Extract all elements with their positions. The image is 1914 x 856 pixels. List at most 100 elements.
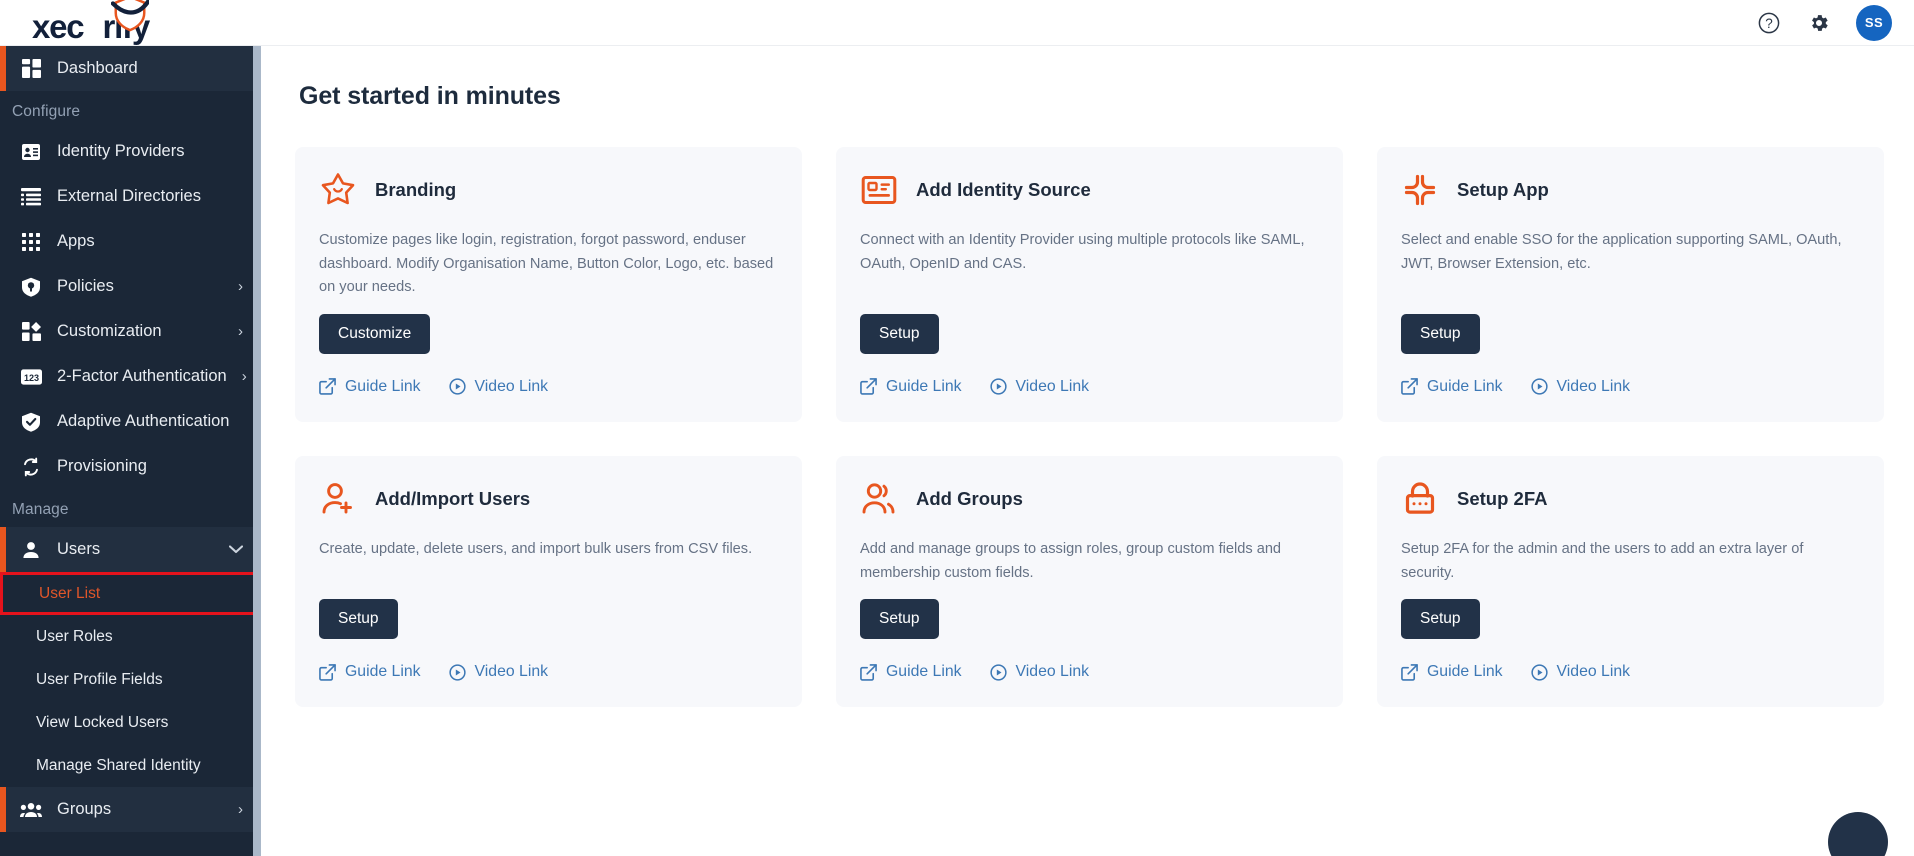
sidebar-item-user-profile-fields[interactable]: User Profile Fields [0,658,261,701]
sidebar-item-label: Adaptive Authentication [57,412,230,430]
guide-link[interactable]: Guide Link [860,663,962,681]
id-badge-icon [20,141,42,163]
sidebar-item-apps[interactable]: Apps [0,219,261,264]
sidebar-item-label: Users [57,540,101,558]
guide-link-label: Guide Link [1427,377,1503,395]
setup-button[interactable]: Setup [860,313,939,354]
sidebar-item-dashboard[interactable]: Dashboard [0,46,261,91]
setup-button[interactable]: Setup [319,599,398,640]
app-logo[interactable]: xecurify [32,0,150,46]
sidebar-item-label: Policies [57,277,114,295]
apps-grid-icon [20,231,42,253]
card-header: Branding [319,171,778,209]
chevron-right-icon: › [238,278,243,295]
card-setup-app: Setup App Select and enable SSO for the … [1377,147,1884,422]
customize-button[interactable]: Customize [319,313,431,354]
body-row: Dashboard Configure Identity Providers E… [0,46,1914,856]
card-spacer [860,290,1319,314]
video-link-label: Video Link [1015,377,1090,395]
dashboard-grid-icon [20,58,42,80]
help-circle-icon[interactable]: ? [1756,10,1782,36]
chevron-right-icon: › [238,323,243,340]
setup-button[interactable]: Setup [860,599,939,640]
guide-link[interactable]: Guide Link [319,378,421,396]
shield-check-icon [111,0,149,31]
sidebar-item-view-locked-users[interactable]: View Locked Users [0,701,261,744]
card-add-import-users: Add/Import Users Create, update, delete … [295,455,802,708]
guide-link[interactable]: Guide Link [1401,663,1503,681]
card-description: Select and enable SSO for the applicatio… [1401,232,1842,272]
svg-text:?: ? [1765,16,1773,31]
sidebar-item-label: External Directories [57,187,201,205]
card-header: Add Identity Source [860,171,1319,209]
sidebar-item-customization[interactable]: Customization › [0,309,261,354]
user-plus-icon [319,480,357,518]
customization-icon [20,321,42,343]
external-link-icon [1401,663,1418,681]
card-title: Branding [375,179,457,200]
app-root: xecurify ? SS [0,0,1914,856]
setup-button[interactable]: Setup [1401,599,1480,640]
sidebar-section-manage: Manage [12,501,69,518]
id-card-icon [860,171,898,209]
play-circle-icon [989,664,1007,681]
card-spacer [1401,290,1860,314]
chat-bubble-icon[interactable] [1828,812,1888,856]
sidebar-item-provisioning[interactable]: Provisioning [0,444,261,489]
guide-link[interactable]: Guide Link [319,663,421,681]
video-link[interactable]: Video Link [1530,378,1630,396]
sidebar-subitem-label: Manage Shared Identity [36,756,201,774]
video-link[interactable]: Video Link [448,663,548,681]
video-link-label: Video Link [474,377,549,395]
guide-link-label: Guide Link [886,377,962,395]
top-bar: xecurify ? SS [0,0,1914,46]
guide-link[interactable]: Guide Link [1401,378,1503,396]
sidebar-item-groups[interactable]: Groups › [0,787,261,832]
video-link[interactable]: Video Link [989,377,1090,396]
sidebar-item-manage-shared-identity[interactable]: Manage Shared Identity [0,744,261,787]
sidebar-item-user-list[interactable]: User List [0,572,261,615]
sidebar-item-2-factor-authentication[interactable]: 123 2-Factor Authentication › [0,354,261,399]
numeric-123-icon: 123 [20,366,42,388]
card-description: Connect with an Identity Provider using … [860,232,1305,272]
four-petals-icon [1401,171,1439,209]
setup-button[interactable]: Setup [1401,313,1480,354]
video-link-label: Video Link [1556,663,1631,681]
guide-link-label: Guide Link [1427,663,1503,681]
sidebar-scrollbar[interactable] [253,46,261,856]
lock-icon [1401,480,1439,518]
card-links: Guide Link Video Link [319,663,778,681]
guide-link[interactable]: Guide Link [860,378,962,396]
logo-text-before: xec [32,7,85,45]
sidebar-scroll-area: Dashboard Configure Identity Providers E… [0,46,261,856]
card-setup-2fa: Setup 2FA Setup 2FA for the admin and th… [1377,455,1884,708]
card-description: Customize pages like login, registration… [319,232,774,296]
sidebar-item-adaptive-authentication[interactable]: Adaptive Authentication [0,399,261,444]
card-header: Setup App [1401,171,1860,209]
sidebar-item-user-roles[interactable]: User Roles [0,615,261,658]
sidebar-item-policies[interactable]: Policies › [0,264,261,309]
video-link[interactable]: Video Link [989,663,1090,681]
main-content: Get started in minutes Branding Customiz… [261,46,1914,856]
card-branding: Branding Customize pages like login, reg… [295,147,802,422]
play-circle-icon [448,664,466,681]
avatar[interactable]: SS [1856,4,1892,41]
gear-icon[interactable] [1806,10,1832,36]
sidebar-section-configure: Configure [12,103,81,120]
card-title: Add Identity Source [916,179,1091,200]
video-link[interactable]: Video Link [448,377,549,396]
sidebar-item-users[interactable]: Users [0,527,261,572]
play-circle-icon [989,378,1007,396]
sidebar-item-external-directories[interactable]: External Directories [0,174,261,219]
list-icon [20,186,42,208]
sidebar-item-identity-providers[interactable]: Identity Providers [0,129,261,174]
card-links: Guide Link Video Link [1401,663,1860,681]
chevron-down-icon [228,542,244,557]
play-circle-icon [1530,664,1548,681]
card-description: Setup 2FA for the admin and the users to… [1401,540,1804,581]
video-link[interactable]: Video Link [1530,663,1631,681]
card-title: Add/Import Users [375,487,531,509]
video-link-label: Video Link [1015,663,1090,681]
external-link-icon [860,378,877,396]
groups-icon [20,799,42,821]
